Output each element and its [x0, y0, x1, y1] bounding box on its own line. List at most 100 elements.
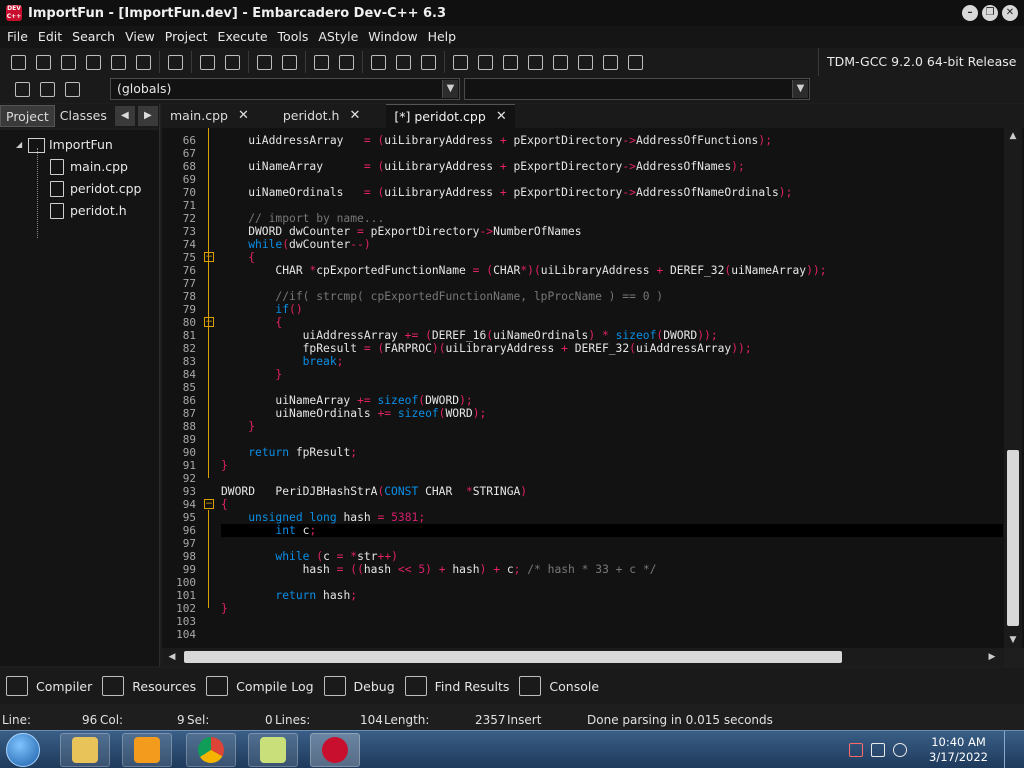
tab-scroll-right-icon[interactable]: ▶ [137, 106, 158, 126]
code-line[interactable]: // import by name... [221, 212, 1003, 225]
code-line[interactable]: } [221, 368, 1003, 381]
code-line[interactable]: if() [221, 303, 1003, 316]
delete-profile-button[interactable] [623, 51, 647, 73]
save-button[interactable] [56, 51, 80, 73]
scroll-left-icon[interactable]: ◀ [164, 649, 180, 665]
vertical-scrollbar[interactable]: ▲ ▼ [1004, 128, 1022, 648]
unindent-button[interactable] [277, 51, 301, 73]
code-line[interactable]: while (c = *str++) [221, 550, 1003, 563]
menu-project[interactable]: Project [160, 26, 213, 48]
menu-file[interactable]: File [2, 26, 33, 48]
code-line[interactable] [221, 147, 1003, 160]
close-button[interactable]: ✕ [1002, 5, 1018, 21]
clock[interactable]: 10:40 AM 3/17/2022 [929, 735, 988, 765]
tab-project[interactable]: Project [0, 105, 55, 127]
code-line[interactable] [221, 381, 1003, 394]
code-line[interactable]: uiAddressArray = (uiLibraryAddress + pEx… [221, 134, 1003, 147]
start-button[interactable] [6, 733, 40, 767]
close-tab-icon[interactable]: ✕ [349, 104, 360, 128]
tab-compile-log[interactable]: Compile Log [204, 671, 321, 701]
compiler-selector[interactable]: TDM-GCC 9.2.0 64-bit Release [818, 48, 1016, 76]
code-line[interactable]: } [221, 420, 1003, 433]
scroll-up-icon[interactable]: ▲ [1004, 128, 1022, 144]
stop-button[interactable] [573, 51, 597, 73]
code-line[interactable]: { [221, 316, 1003, 329]
scroll-right-icon[interactable]: ▶ [984, 649, 1000, 665]
remove-project-button[interactable] [391, 51, 415, 73]
code-line[interactable]: unsigned long hash = 5381; [221, 511, 1003, 524]
taskbar-dev-cpp[interactable] [310, 733, 360, 767]
function-combo[interactable]: ▼ [464, 78, 810, 100]
rebuild-button[interactable] [523, 51, 547, 73]
open-button[interactable] [31, 51, 55, 73]
menu-astyle[interactable]: AStyle [313, 26, 363, 48]
new-file-button[interactable] [6, 51, 30, 73]
tab-peridot-cpp[interactable]: [*] peridot.cpp ✕ [386, 104, 515, 128]
fold-toggle-icon[interactable]: − [204, 317, 214, 327]
tab-compiler[interactable]: Compiler [4, 671, 100, 701]
code-line[interactable]: CHAR *cpExportedFunctionName = (CHAR*)(u… [221, 264, 1003, 277]
tab-resources[interactable]: Resources [100, 671, 204, 701]
tab-classes[interactable]: Classes [55, 105, 112, 127]
code-line[interactable]: uiNameOrdinals = (uiLibraryAddress + pEx… [221, 186, 1003, 199]
code-line[interactable] [221, 615, 1003, 628]
code-line[interactable]: uiNameArray = (uiLibraryAddress + pExpor… [221, 160, 1003, 173]
run-button[interactable] [473, 51, 497, 73]
scope-combo[interactable]: (globals) ▼ [110, 78, 460, 100]
check-syntax-button[interactable] [548, 51, 572, 73]
show-desktop-button[interactable] [1004, 731, 1016, 768]
code-line[interactable] [221, 576, 1003, 589]
toggle-bookmark-button[interactable] [35, 79, 59, 101]
chevron-down-icon[interactable]: ▼ [792, 80, 808, 98]
taskbar-media-player[interactable] [122, 733, 172, 767]
menu-window[interactable]: Window [363, 26, 422, 48]
code-line[interactable]: uiNameOrdinals += sizeof(WORD); [221, 407, 1003, 420]
code-line[interactable]: DWORD dwCounter = pExportDirectory->Numb… [221, 225, 1003, 238]
replace-button[interactable] [220, 51, 244, 73]
code-line[interactable]: uiAddressArray += (DEREF_16(uiNameOrdina… [221, 329, 1003, 342]
insert-button[interactable] [10, 79, 34, 101]
code-line[interactable] [221, 472, 1003, 485]
redo-button[interactable] [334, 51, 358, 73]
code-line[interactable]: { [221, 498, 1003, 511]
code-line[interactable]: return hash; [221, 589, 1003, 602]
volume-icon[interactable] [893, 743, 908, 757]
compile-run-button[interactable] [498, 51, 522, 73]
tab-scroll-left-icon[interactable]: ◀ [114, 106, 135, 126]
code-line[interactable]: } [221, 459, 1003, 472]
code-line[interactable]: //if( strcmp( cpExportedFunctionName, lp… [221, 290, 1003, 303]
save-all-button[interactable] [81, 51, 105, 73]
tab-find-results[interactable]: Find Results [403, 671, 518, 701]
taskbar-chrome[interactable] [186, 733, 236, 767]
code-line[interactable] [221, 199, 1003, 212]
close-file-button[interactable] [106, 51, 130, 73]
fold-toggle-icon[interactable]: − [204, 252, 214, 262]
profile-button[interactable] [598, 51, 622, 73]
code-line[interactable] [221, 277, 1003, 290]
tree-file-peridot-h[interactable]: peridot.h [0, 200, 159, 222]
tab-peridot-h[interactable]: peridot.h ✕ [275, 104, 369, 128]
taskbar-notepad[interactable] [248, 733, 298, 767]
code-line[interactable]: } [221, 602, 1003, 615]
code-line[interactable]: { [221, 251, 1003, 264]
tab-main-cpp[interactable]: main.cpp ✕ [162, 104, 257, 128]
new-project-button[interactable] [366, 51, 390, 73]
vertical-scroll-thumb[interactable] [1007, 450, 1019, 626]
code-line[interactable]: fpResult = (FARPROC)(uiLibraryAddress + … [221, 342, 1003, 355]
tree-file-peridot-cpp[interactable]: peridot.cpp [0, 178, 159, 200]
close-all-button[interactable] [131, 51, 155, 73]
code-editor[interactable]: 66 67 68 69 70 71 72 73 74 75 76 77 78 79 80 81 82 83 84 85… [162, 128, 1024, 648]
menu-search[interactable]: Search [67, 26, 120, 48]
restore-button[interactable]: ❐ [982, 5, 998, 21]
menu-tools[interactable]: Tools [273, 26, 314, 48]
code-line[interactable]: int c; [221, 524, 1003, 537]
indent-button[interactable] [252, 51, 276, 73]
code-line[interactable]: DWORD PeriDJBHashStrA(CONST CHAR *STRING… [221, 485, 1003, 498]
minimize-button[interactable]: – [962, 5, 978, 21]
menu-execute[interactable]: Execute [213, 26, 273, 48]
goto-button[interactable] [416, 51, 440, 73]
tree-project-node[interactable]: ◢ ImportFun [0, 134, 159, 156]
tab-console[interactable]: Console [517, 671, 607, 701]
taskbar-file-explorer[interactable] [60, 733, 110, 767]
tab-debug[interactable]: Debug [322, 671, 403, 701]
